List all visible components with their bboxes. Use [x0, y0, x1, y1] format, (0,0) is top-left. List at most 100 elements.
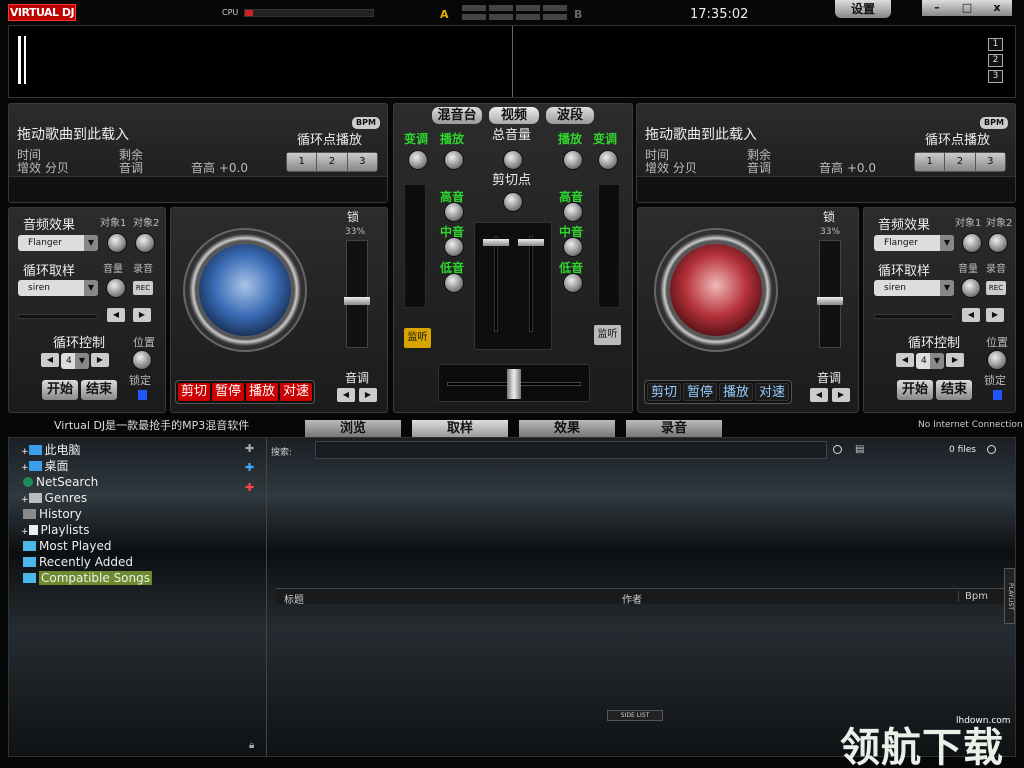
sample-volume-knob[interactable] [961, 278, 981, 298]
cut-button[interactable]: 剪切 [647, 383, 682, 401]
right-volume-fader[interactable] [518, 236, 544, 332]
tree-item-history[interactable]: History [23, 507, 82, 522]
effect-obj2-knob[interactable] [135, 233, 155, 253]
left-eq-low-knob[interactable] [444, 273, 464, 293]
tree-item-playlists[interactable]: + Playlists [21, 523, 89, 540]
deck-left-jog-wheel[interactable] [183, 228, 307, 352]
cue-1-button[interactable]: 1 [287, 153, 318, 171]
right-eq-high-knob[interactable] [563, 202, 583, 222]
sample-select[interactable]: siren ▼ [18, 280, 98, 296]
crossfader-handle[interactable] [507, 369, 521, 399]
deck-right-bpm-badge[interactable]: BPM [980, 117, 1008, 129]
close-button[interactable]: x [982, 0, 1012, 16]
tree-item-netsearch[interactable]: NetSearch [23, 475, 98, 490]
tree-item-most-played[interactable]: Most Played [23, 539, 112, 554]
mixer-right-play-knob[interactable] [563, 150, 583, 170]
effect-select[interactable]: Flanger ▼ [18, 235, 98, 251]
waveform-display[interactable]: 1 2 3 [8, 25, 1016, 98]
pitch-up-button[interactable]: ▶ [832, 388, 850, 402]
tab-effects[interactable]: 效果 [519, 420, 615, 437]
loop-start-button[interactable]: 开始 [42, 380, 78, 400]
sample-prev-button[interactable]: ◀ [107, 308, 125, 322]
effect-obj1-knob[interactable] [107, 233, 127, 253]
sync-button[interactable]: 对速 [755, 383, 790, 401]
loop-end-button[interactable]: 结束 [936, 380, 972, 400]
cue-2-button[interactable]: 2 [945, 153, 976, 171]
right-eq-mid-knob[interactable] [563, 237, 583, 257]
left-volume-fader[interactable] [483, 236, 509, 332]
search-options-icon[interactable] [833, 445, 842, 454]
add-folder-icon[interactable]: ✚ [245, 441, 254, 456]
deck-left-pitch-slider[interactable] [344, 240, 370, 348]
zoom-3-button[interactable]: 3 [988, 70, 1003, 83]
loop-end-button[interactable]: 结束 [81, 380, 117, 400]
position-knob[interactable] [132, 350, 152, 370]
deck-right-jog-wheel[interactable] [654, 228, 778, 352]
play-button[interactable]: 播放 [719, 383, 754, 401]
pitch-down-button[interactable]: ◀ [337, 388, 355, 402]
left-cue-listen-button[interactable]: 监听 [404, 328, 431, 348]
lock-icon[interactable]: 🔒︎ [249, 738, 254, 753]
loop-decrease-button[interactable]: ◀ [41, 353, 59, 367]
left-eq-high-knob[interactable] [444, 202, 464, 222]
sample-next-button[interactable]: ▶ [986, 308, 1004, 322]
tab-record[interactable]: 录音 [626, 420, 722, 437]
loop-increase-button[interactable]: ▶ [946, 353, 964, 367]
left-eq-mid-knob[interactable] [444, 237, 464, 257]
crossfader[interactable] [438, 364, 590, 402]
cut-point-knob[interactable] [503, 192, 523, 212]
playlist-toggle[interactable]: PLAYLIST [1004, 568, 1015, 624]
sample-prev-button[interactable]: ◀ [962, 308, 980, 322]
cue-1-button[interactable]: 1 [915, 153, 946, 171]
loop-start-button[interactable]: 开始 [897, 380, 933, 400]
loop-decrease-button[interactable]: ◀ [896, 353, 914, 367]
side-list-toggle[interactable]: SIDE LIST [607, 710, 663, 721]
column-title[interactable]: 标题 [284, 591, 304, 606]
loop-length-select[interactable]: 4 ▼ [916, 353, 944, 369]
search-input[interactable] [315, 441, 827, 459]
sync-button[interactable]: 对速 [280, 383, 313, 401]
cue-2-button[interactable]: 2 [317, 153, 348, 171]
column-bpm[interactable]: Bpm [958, 591, 988, 602]
remove-folder-icon[interactable]: ✚ [245, 480, 254, 495]
crossfader-b-label[interactable]: B [574, 8, 582, 21]
minimize-button[interactable]: – [922, 0, 952, 16]
mixer-right-pitch-knob[interactable] [598, 150, 618, 170]
zoom-1-button[interactable]: 1 [988, 38, 1003, 51]
loop-length-select[interactable]: 4 ▼ [61, 353, 89, 369]
tree-item-recently-added[interactable]: Recently Added [23, 555, 133, 570]
sample-rec-button[interactable]: REC [986, 281, 1006, 295]
deck-right-pitch-slider[interactable] [817, 240, 843, 348]
effect-select[interactable]: Flanger ▼ [874, 235, 954, 251]
pitch-up-button[interactable]: ▶ [359, 388, 377, 402]
tab-browse[interactable]: 浏览 [305, 420, 401, 437]
cue-3-button[interactable]: 3 [347, 153, 377, 171]
loop-increase-button[interactable]: ▶ [91, 353, 109, 367]
tree-item-genres[interactable]: + Genres [21, 491, 87, 508]
tree-item-computer[interactable]: + 此电脑 [21, 443, 81, 460]
pause-button[interactable]: 暂停 [212, 383, 245, 401]
pitch-down-button[interactable]: ◀ [810, 388, 828, 402]
lock-icon[interactable] [993, 390, 1002, 400]
sample-volume-knob[interactable] [106, 278, 126, 298]
sample-select[interactable]: siren ▼ [874, 280, 954, 296]
maximize-button[interactable]: □ [952, 0, 982, 16]
add-favorite-icon[interactable]: ✚ [245, 460, 254, 475]
mixer-left-pitch-knob[interactable] [408, 150, 428, 170]
right-eq-low-knob[interactable] [563, 273, 583, 293]
pause-button[interactable]: 暂停 [683, 383, 718, 401]
mixer-left-play-knob[interactable] [444, 150, 464, 170]
crossfader-a-label[interactable]: A [440, 8, 449, 21]
zoom-2-button[interactable]: 2 [988, 54, 1003, 67]
settings-button[interactable]: 设置 [835, 0, 891, 18]
effect-obj2-knob[interactable] [988, 233, 1008, 253]
position-knob[interactable] [987, 350, 1007, 370]
deck-left-bpm-badge[interactable]: BPM [352, 117, 380, 129]
file-list-icon[interactable]: ▤ [855, 444, 864, 455]
sample-next-button[interactable]: ▶ [133, 308, 151, 322]
lock-icon[interactable] [138, 390, 147, 400]
effect-obj1-knob[interactable] [962, 233, 982, 253]
tab-bands[interactable]: 波段 [546, 107, 594, 124]
tree-item-desktop[interactable]: + 桌面 [21, 459, 69, 476]
cue-3-button[interactable]: 3 [975, 153, 1005, 171]
